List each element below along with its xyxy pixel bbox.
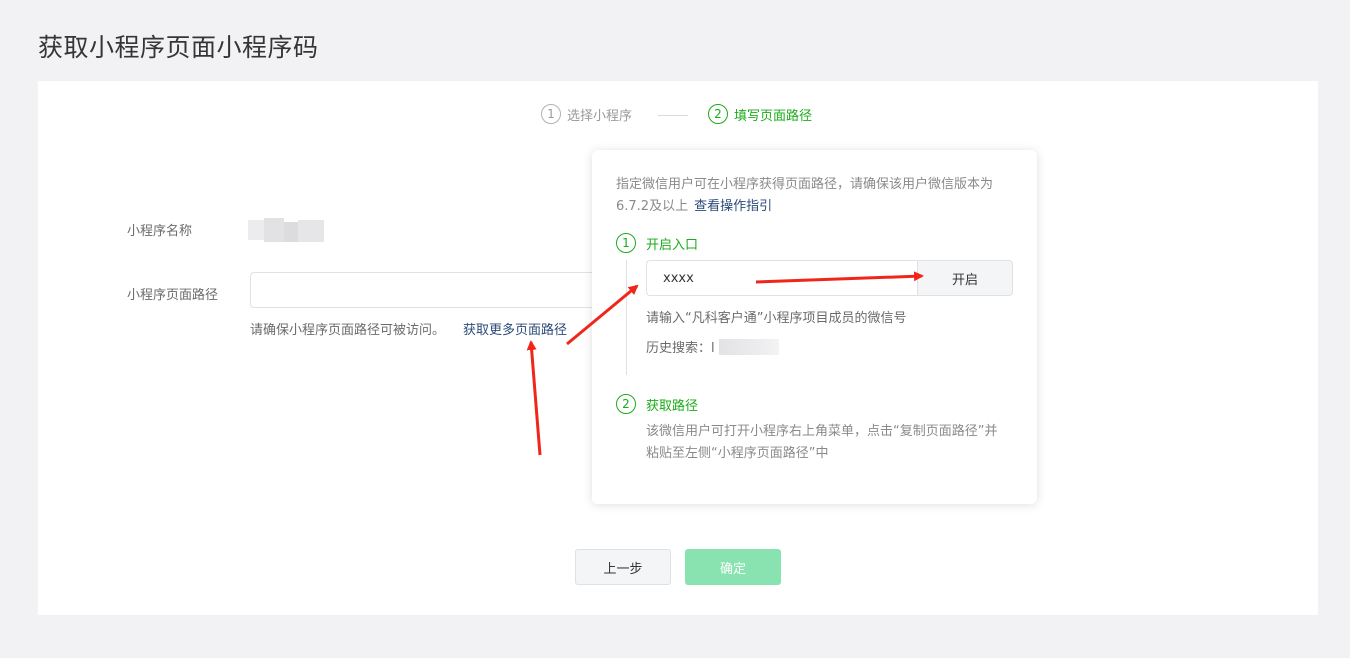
step-label: 选择小程序: [567, 108, 633, 124]
popover-description: 指定微信用户可在小程序获得页面路径，请确保该用户微信版本为6.7.2及以上 查看操…: [616, 174, 1021, 218]
popover-step-open-entry: 1 开启入口: [616, 233, 698, 253]
step-indicator: 1 选择小程序 2 填写页面路径: [38, 104, 1318, 126]
view-guide-link[interactable]: 查看操作指引: [694, 199, 772, 214]
main-card: 1 选择小程序 2 填写页面路径 小程序名称 小程序页面路径 请确保小程序页面路…: [38, 81, 1318, 615]
step-number: 2: [708, 104, 728, 124]
step-label: 开启入口: [646, 237, 699, 253]
confirm-button[interactable]: 确定: [685, 549, 781, 585]
step-label: 填写页面路径: [734, 108, 813, 124]
page-path-label: 小程序页面路径: [127, 288, 219, 303]
search-history-item-blurred[interactable]: [718, 338, 779, 355]
step-divider: [658, 115, 688, 116]
step-fill-path: 2 填写页面路径: [708, 104, 812, 124]
step-number: 2: [616, 394, 636, 414]
get-path-popover: 指定微信用户可在小程序获得页面路径，请确保该用户微信版本为6.7.2及以上 查看操…: [592, 150, 1037, 504]
popover-description-text: 指定微信用户可在小程序获得页面路径，请确保该用户微信版本为6.7.2及以上: [616, 177, 994, 214]
get-more-paths-link[interactable]: 获取更多页面路径: [463, 319, 567, 338]
previous-step-button[interactable]: 上一步: [575, 549, 671, 585]
wechat-id-tip: 请输入“凡科客户通”小程序项目成员的微信号: [646, 311, 907, 326]
page-path-tip: 请确保小程序页面路径可被访问。: [250, 323, 446, 338]
page-title: 获取小程序页面小程序码: [38, 33, 319, 62]
step-connector: [626, 260, 627, 375]
open-entry-button[interactable]: 开启: [917, 260, 1013, 296]
step-number: 1: [541, 104, 561, 124]
get-path-description: 该微信用户可打开小程序右上角菜单，点击“复制页面路径”并粘贴至左侧“小程序页面路…: [646, 424, 998, 461]
step-select-miniprogram: 1 选择小程序: [541, 104, 632, 124]
miniprogram-name-value-blurred: [248, 218, 324, 242]
popover-step-get-path: 2 获取路径: [616, 394, 698, 414]
miniprogram-name-label: 小程序名称: [127, 224, 193, 239]
step-number: 1: [616, 233, 636, 253]
search-history: 历史搜索：l: [646, 337, 779, 356]
search-history-label: 历史搜索：l: [646, 341, 715, 356]
wechat-id-input[interactable]: [646, 260, 918, 296]
page-path-input[interactable]: [250, 272, 595, 308]
step-label: 获取路径: [646, 398, 699, 414]
